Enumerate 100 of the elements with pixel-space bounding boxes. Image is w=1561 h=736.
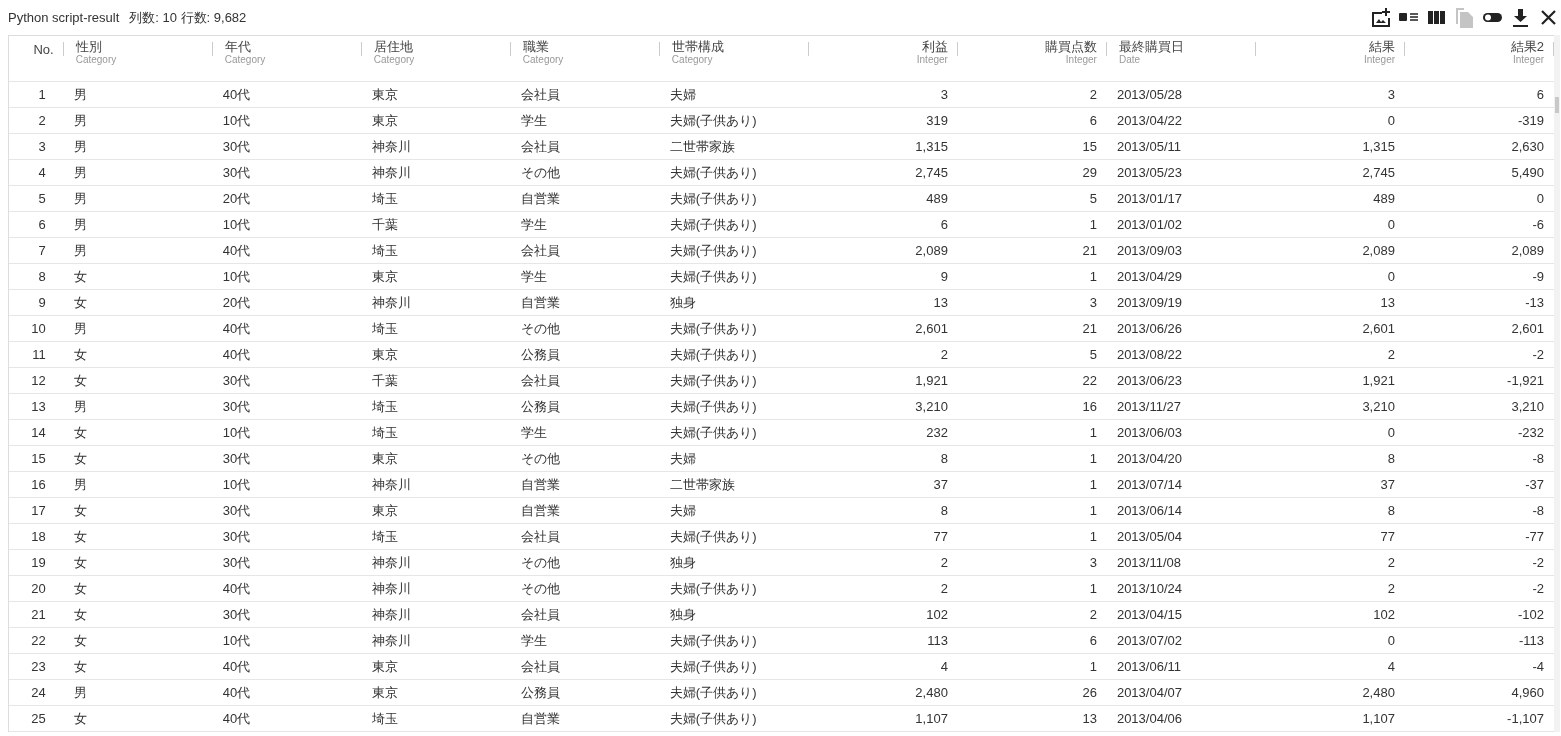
table-cell-text: 2 [1386, 555, 1396, 570]
table-cell-text: 2013/05/28 [1115, 87, 1183, 102]
table-cell-text: 2013/09/03 [1115, 243, 1183, 258]
table-cell-text: 学生 [519, 267, 548, 286]
row-number: 11 [31, 347, 47, 362]
column-header[interactable]: 利益 [921, 40, 948, 54]
table-cell-text: 学生 [519, 111, 548, 130]
table-cell-text: 10代 [221, 475, 252, 494]
table-cell-text: 男 [72, 163, 88, 182]
table-cell-text: 2013/05/11 [1115, 139, 1182, 154]
table-cell-text: 自営業 [519, 709, 561, 728]
column-header[interactable]: No. [33, 43, 54, 57]
table-cell-text: 夫婦(子供あり) [668, 215, 758, 234]
row-number: 10 [30, 321, 47, 336]
table-cell-text: 神奈川 [370, 137, 412, 156]
row-number: 20 [30, 581, 47, 596]
table-cell-text: 30代 [221, 371, 252, 390]
table-cell-text: 5 [1088, 191, 1098, 206]
table-cell-text: 3,210 [914, 399, 949, 414]
table-cell-text: 2 [939, 555, 949, 570]
table-cell-text: 神奈川 [370, 605, 412, 624]
table-cell-text: 女 [72, 449, 88, 468]
table-cell-text: 1 [1088, 217, 1098, 232]
table-cell-text: 千葉 [370, 215, 399, 234]
table-cell-text: 1,921 [914, 373, 949, 388]
table-cell-text: 独身 [668, 553, 697, 572]
row-number: 2 [37, 113, 47, 128]
column-header[interactable]: 世帯構成 [671, 40, 797, 54]
table-cell-text: 40代 [221, 579, 252, 598]
table-cell-text: 102 [1372, 607, 1396, 622]
table-cell-text: 女 [72, 501, 88, 520]
row-number: 17 [30, 503, 47, 518]
table-cell-text: その他 [519, 449, 561, 468]
table-cell-text: 男 [72, 241, 88, 260]
table-cell-text: 8 [1386, 451, 1396, 466]
table-cell-text: 1 [1088, 581, 1098, 596]
table-cell-text: 2013/04/06 [1115, 711, 1183, 726]
table-cell-text: 0 [1386, 113, 1396, 128]
table-cell-text: 千葉 [370, 371, 399, 390]
table-cell-text: 16 [1081, 399, 1098, 414]
table-cell-text: -37 [1524, 477, 1545, 492]
column-type: Category [671, 54, 714, 66]
table-cell-text: 1,921 [1361, 373, 1396, 388]
table-cell-text: 2,480 [914, 685, 949, 700]
column-header[interactable]: 結果 [1369, 40, 1396, 54]
column-header[interactable]: 性別 [75, 40, 201, 54]
table-cell-text: -2 [1531, 581, 1545, 596]
table-cell-text: 13 [932, 295, 949, 310]
add-image-icon[interactable] [1370, 7, 1391, 28]
column-header[interactable]: 職業 [522, 40, 648, 54]
table-cell-text: 37 [1379, 477, 1396, 492]
table-cell-text: 2013/04/07 [1115, 685, 1183, 700]
table-cell-text: 男 [72, 215, 88, 234]
table-cell-text: 0 [1386, 269, 1396, 284]
row-number: 4 [37, 165, 47, 180]
table-cell-text: 女 [72, 293, 88, 312]
table-cell-text: 1 [1088, 269, 1098, 284]
table-cell-text: 男 [72, 137, 88, 156]
table-cell-text: 30代 [221, 163, 252, 182]
table-cell-text: 女 [72, 371, 88, 390]
table-cell-text: その他 [519, 579, 561, 598]
table-cell-text: 1 [1088, 503, 1098, 518]
column-header[interactable]: 購買点数 [1044, 40, 1097, 54]
table-cell-text: 男 [72, 85, 88, 104]
table-cell-text: 2013/04/22 [1115, 113, 1183, 128]
table-cell-text: 4 [939, 659, 949, 674]
column-header[interactable]: 年代 [224, 40, 350, 54]
table-cell-text: 夫婦(子供あり) [668, 657, 758, 676]
table-cell-text: 40代 [221, 319, 252, 338]
table-cell-text: 男 [72, 397, 88, 416]
column-header[interactable]: 結果2 [1510, 40, 1545, 54]
scrollbar[interactable] [1554, 35, 1560, 732]
table-cell-text: 女 [72, 579, 88, 598]
column-type: Category [522, 54, 565, 66]
column-header[interactable]: 最終購買日 [1118, 40, 1244, 54]
table-cell-text: 4,960 [1510, 685, 1545, 700]
table-cell-text: 6 [1088, 113, 1098, 128]
table-cell-text: 2,630 [1510, 139, 1545, 154]
table-cell-text: 自営業 [519, 475, 561, 494]
table-cell-text: 2013/06/03 [1115, 425, 1183, 440]
table-cell-text: 2013/06/26 [1115, 321, 1183, 336]
table-cell-text: 男 [72, 319, 88, 338]
table-cell-text: 26 [1081, 685, 1098, 700]
table-cell-text: 3,210 [1510, 399, 1545, 414]
column-header[interactable]: 居住地 [373, 40, 499, 54]
table-cell-text: 2013/05/23 [1115, 165, 1183, 180]
table-cell-text: 埼玉 [370, 527, 399, 546]
table-cell-text: 公務員 [519, 683, 561, 702]
table-cell-text: 2,601 [914, 321, 949, 336]
table-cell-text: 40代 [221, 85, 252, 104]
table-cell-text: 6 [1088, 633, 1098, 648]
table-cell-text: 20代 [221, 293, 252, 312]
table-cell-text: 2013/04/29 [1115, 269, 1183, 284]
table-cell-text: 埼玉 [370, 319, 399, 338]
table-cell-text: 30代 [221, 397, 252, 416]
row-number: 21 [30, 607, 47, 622]
download-icon[interactable] [1510, 7, 1531, 28]
table-cell-text: 自営業 [519, 293, 561, 312]
row-number: 13 [30, 399, 47, 414]
table-cell-text: 自営業 [519, 501, 561, 520]
